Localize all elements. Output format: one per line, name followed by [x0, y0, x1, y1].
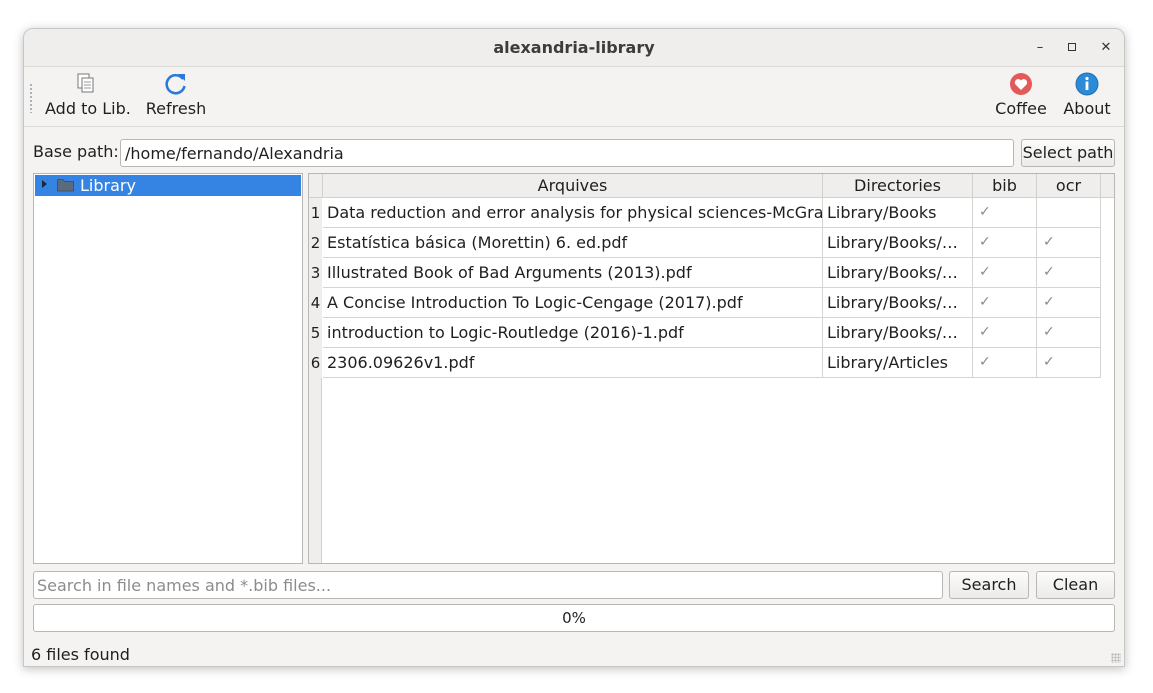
heart-icon — [1010, 73, 1032, 95]
coffee-button[interactable]: Coffee — [992, 71, 1050, 123]
add-to-library-button[interactable]: Add to Lib. — [45, 71, 131, 123]
ocr-check-cell[interactable]: ✓ — [1037, 348, 1101, 378]
minimize-button[interactable]: – — [1030, 38, 1050, 58]
directory-cell[interactable]: Library/Articles — [823, 348, 973, 378]
select-path-button[interactable]: Select path — [1021, 139, 1115, 167]
folder-icon — [57, 179, 74, 192]
table-row[interactable]: 5 introduction to Logic-Routledge (2016)… — [309, 318, 1101, 348]
file-name-cell[interactable]: Data reduction and error analysis for ph… — [323, 198, 823, 228]
files-table[interactable]: Arquives Directories bib ocr 1 Data redu… — [308, 173, 1115, 564]
info-icon — [1075, 72, 1099, 96]
base-path-input[interactable] — [120, 139, 1014, 167]
file-name-cell[interactable]: introduction to Logic-Routledge (2016)-1… — [323, 318, 823, 348]
window-title: alexandria-library — [493, 38, 655, 57]
app-window: alexandria-library – ✕ Add to Lib. Refre… — [23, 28, 1125, 667]
bib-check-cell[interactable]: ✓ — [973, 198, 1037, 228]
search-button[interactable]: Search — [949, 571, 1029, 599]
bib-check-cell[interactable]: ✓ — [973, 258, 1037, 288]
refresh-button[interactable]: Refresh — [144, 71, 208, 123]
directory-cell[interactable]: Library/Books — [823, 198, 973, 228]
column-header-arquives[interactable]: Arquives — [323, 174, 823, 198]
table-header: Arquives Directories bib ocr — [309, 174, 1114, 198]
refresh-icon — [165, 74, 186, 95]
directory-cell[interactable]: Library/Books/… — [823, 288, 973, 318]
table-row[interactable]: 6 2306.09626v1.pdf Library/Articles ✓ ✓ — [309, 348, 1101, 378]
directory-cell[interactable]: Library/Books/… — [823, 258, 973, 288]
bib-check-cell[interactable]: ✓ — [973, 318, 1037, 348]
file-name-cell[interactable]: 2306.09626v1.pdf — [323, 348, 823, 378]
ocr-check-cell[interactable] — [1037, 198, 1101, 228]
clean-button[interactable]: Clean — [1036, 571, 1115, 599]
ocr-check-cell[interactable]: ✓ — [1037, 258, 1101, 288]
expand-arrow-icon[interactable] — [42, 180, 47, 188]
directory-cell[interactable]: Library/Books/… — [823, 318, 973, 348]
bib-check-cell[interactable]: ✓ — [973, 228, 1037, 258]
toolbar: Add to Lib. Refresh Coffee About — [24, 67, 1124, 127]
table-row[interactable]: 3 Illustrated Book of Bad Arguments (201… — [309, 258, 1101, 288]
minimize-icon: – — [1036, 40, 1044, 55]
maximize-icon — [1068, 43, 1076, 51]
column-header-bib[interactable]: bib — [973, 174, 1037, 198]
row-number[interactable]: 6 — [309, 348, 322, 378]
progress-label: 0% — [562, 609, 586, 627]
file-name-cell[interactable]: Estatística básica (Morettin) 6. ed.pdf — [323, 228, 823, 258]
table-row[interactable]: 4 A Concise Introduction To Logic-Cengag… — [309, 288, 1101, 318]
file-name-cell[interactable]: A Concise Introduction To Logic-Cengage … — [323, 288, 823, 318]
resize-grip[interactable] — [1111, 653, 1121, 663]
maximize-button[interactable] — [1062, 38, 1082, 58]
row-number[interactable]: 2 — [309, 228, 322, 258]
column-header-directories[interactable]: Directories — [823, 174, 973, 198]
about-label: About — [1063, 99, 1111, 118]
ocr-check-cell[interactable]: ✓ — [1037, 318, 1101, 348]
row-number[interactable]: 1 — [309, 198, 322, 228]
progress-bar: 0% — [33, 604, 1115, 632]
directory-cell[interactable]: Library/Books/… — [823, 228, 973, 258]
tree-item-label: Library — [80, 176, 136, 195]
refresh-label: Refresh — [145, 99, 207, 118]
bib-check-cell[interactable]: ✓ — [973, 288, 1037, 318]
ocr-check-cell[interactable]: ✓ — [1037, 228, 1101, 258]
status-bar-text: 6 files found — [31, 645, 130, 664]
about-button[interactable]: About — [1060, 71, 1114, 123]
tree-item-library[interactable]: Library — [35, 175, 301, 196]
add-to-library-label: Add to Lib. — [45, 99, 131, 118]
file-name-cell[interactable]: Illustrated Book of Bad Arguments (2013)… — [323, 258, 823, 288]
row-number[interactable]: 3 — [309, 258, 322, 288]
close-button[interactable]: ✕ — [1096, 38, 1116, 58]
copy-files-icon — [77, 73, 94, 93]
toolbar-grip[interactable] — [29, 83, 33, 113]
title-bar: alexandria-library – ✕ — [24, 29, 1124, 67]
coffee-label: Coffee — [995, 99, 1047, 118]
row-number[interactable]: 4 — [309, 288, 322, 318]
row-number[interactable]: 5 — [309, 318, 322, 348]
column-header-ocr[interactable]: ocr — [1037, 174, 1101, 198]
corner-header[interactable] — [309, 174, 323, 198]
close-icon: ✕ — [1100, 40, 1112, 55]
base-path-label: Base path: — [33, 142, 119, 161]
bib-check-cell[interactable]: ✓ — [973, 348, 1037, 378]
directory-tree[interactable]: Library — [33, 173, 303, 564]
table-row[interactable]: 2 Estatística básica (Morettin) 6. ed.pd… — [309, 228, 1101, 258]
table-row[interactable]: 1 Data reduction and error analysis for … — [309, 198, 1101, 228]
ocr-check-cell[interactable]: ✓ — [1037, 288, 1101, 318]
search-input[interactable] — [33, 571, 943, 599]
